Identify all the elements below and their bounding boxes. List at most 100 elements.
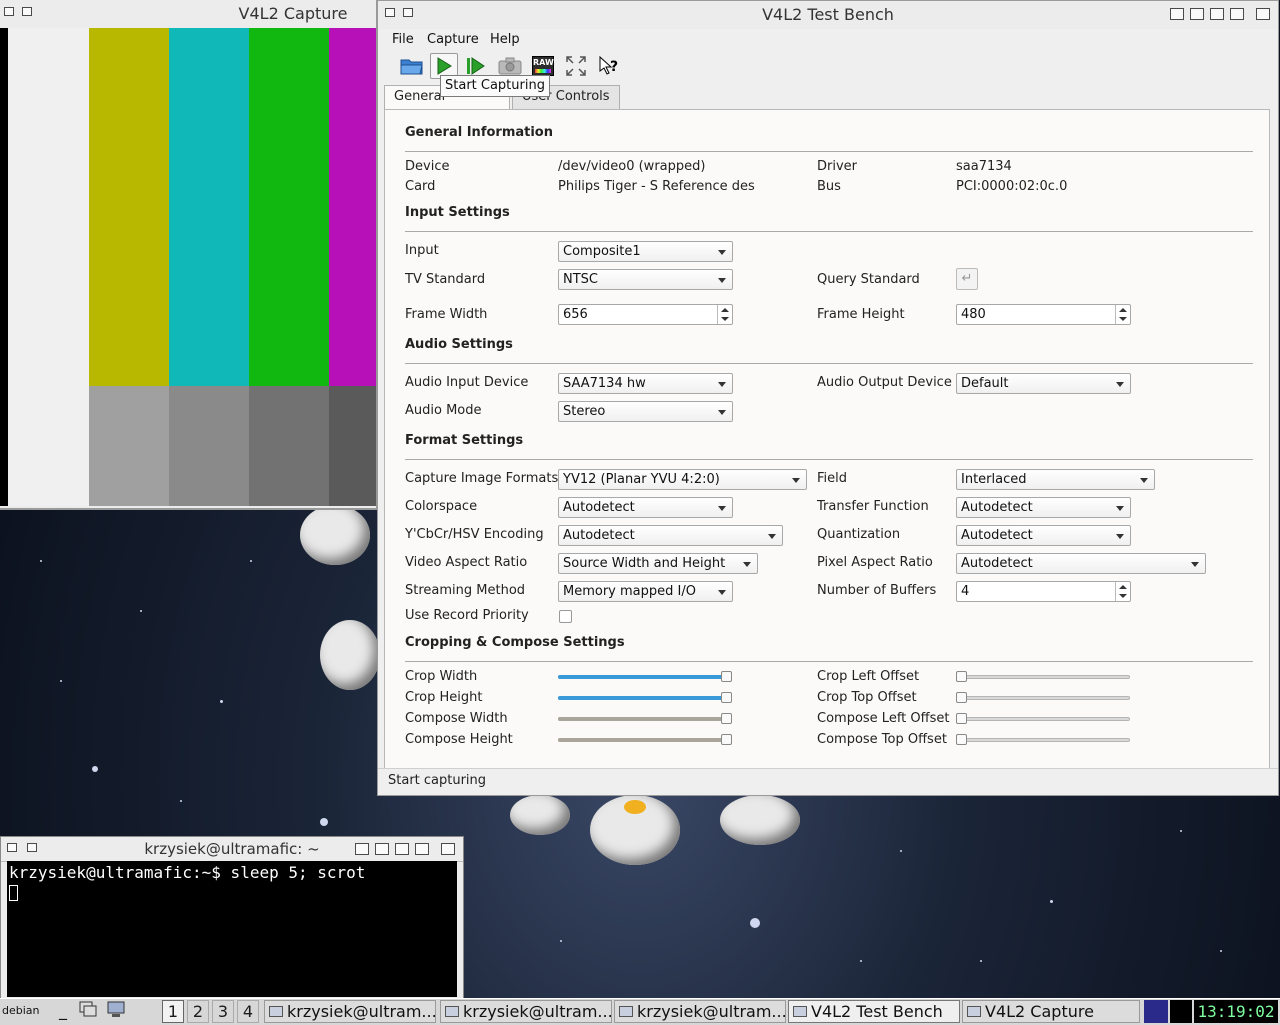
task-terminal-1[interactable]: krzysiek@ultram...	[264, 1000, 436, 1023]
menu-help[interactable]: Help	[490, 32, 520, 47]
close-icon[interactable]	[1256, 8, 1270, 20]
capture-formats-label: Capture Image Formats	[405, 471, 559, 486]
audio-mode-select[interactable]: Stereo	[558, 401, 733, 422]
tv-standard-select[interactable]: NTSC	[558, 269, 733, 290]
quantization-select[interactable]: Autodetect	[956, 525, 1131, 546]
test-bench-window: V4L2 Test Bench File Capture Help RAW ? …	[377, 0, 1279, 796]
terminal-icon	[619, 1006, 633, 1017]
frame-width-label: Frame Width	[405, 307, 488, 322]
spin-up-icon[interactable]	[721, 308, 729, 312]
task-label: V4L2 Test Bench	[811, 1002, 943, 1021]
colorspace-select[interactable]: Autodetect	[558, 497, 733, 518]
restore-icon[interactable]	[27, 843, 37, 852]
spin-down-icon[interactable]	[1119, 594, 1127, 598]
task-v4l2-test-bench[interactable]: V4L2 Test Bench	[788, 1000, 960, 1023]
spin-down-icon[interactable]	[1119, 317, 1127, 321]
debian-logo-icon: debian	[2, 1004, 40, 1017]
fullscreen-window-icon[interactable]	[1230, 8, 1244, 20]
keep-above-icon[interactable]	[375, 843, 389, 855]
general-settings-panel: General Information Device /dev/video0 (…	[384, 109, 1270, 769]
menu-file[interactable]: File	[392, 32, 414, 47]
open-device-icon[interactable]	[398, 53, 426, 79]
window-list-icon[interactable]	[78, 1000, 102, 1023]
slider-handle[interactable]	[956, 713, 967, 724]
desktop-1[interactable]: 1	[162, 1000, 184, 1023]
query-standard-button[interactable]: ↵	[956, 268, 978, 290]
chevron-down-icon	[792, 478, 800, 483]
record-priority-label: Use Record Priority	[405, 608, 529, 623]
slider-handle[interactable]	[956, 692, 967, 703]
crop-height-slider[interactable]	[558, 692, 732, 704]
chevron-down-icon	[718, 506, 726, 511]
chevron-down-icon	[718, 278, 726, 283]
fullscreen-icon[interactable]	[562, 53, 590, 79]
pixel-aspect-select[interactable]: Autodetect	[956, 553, 1206, 574]
task-label: krzysiek@ultram...	[463, 1002, 612, 1021]
slider-fill	[558, 675, 727, 679]
maximize-icon[interactable]	[1170, 8, 1184, 20]
restore-icon[interactable]	[22, 7, 32, 16]
spin-up-icon[interactable]	[1119, 308, 1127, 312]
encoding-select[interactable]: Autodetect	[558, 525, 783, 546]
compose-top-offset-slider[interactable]	[956, 734, 1130, 746]
desktop-2[interactable]: 2	[187, 1000, 209, 1023]
task-terminal-2[interactable]: krzysiek@ultram...	[440, 1000, 612, 1023]
window-menu-icon[interactable]	[4, 7, 14, 16]
slider-track	[956, 717, 1130, 721]
slider-handle[interactable]	[956, 671, 967, 682]
audio-input-select[interactable]: SAA7134 hw	[558, 373, 733, 394]
terminal-output[interactable]: krzysiek@ultramafic:~$ sleep 5; scrot	[7, 861, 457, 997]
slider-handle[interactable]	[721, 692, 732, 703]
record-priority-checkbox[interactable]	[559, 610, 572, 623]
shade-icon[interactable]	[1210, 8, 1224, 20]
bench-titlebar[interactable]: V4L2 Test Bench	[378, 1, 1278, 30]
desktop-3[interactable]: 3	[212, 1000, 234, 1023]
transfer-function-select[interactable]: Autodetect	[956, 497, 1131, 518]
crop-width-slider[interactable]	[558, 671, 732, 683]
close-icon[interactable]	[441, 843, 455, 855]
start-menu-button[interactable]: debian	[2, 1000, 50, 1023]
terminal-title: krzysiek@ultramafic: ~	[144, 840, 320, 858]
slider-handle[interactable]	[956, 734, 967, 745]
field-select[interactable]: Interlaced	[956, 469, 1155, 490]
slider-handle[interactable]	[721, 713, 732, 724]
terminal-titlebar[interactable]: krzysiek@ultramafic: ~	[1, 837, 463, 862]
compose-left-offset-slider[interactable]	[956, 713, 1130, 725]
slider-handle[interactable]	[721, 671, 732, 682]
menu-capture[interactable]: Capture	[427, 32, 479, 47]
streaming-method-select[interactable]: Memory mapped I/O	[558, 581, 733, 602]
task-v4l2-capture[interactable]: V4L2 Capture	[962, 1000, 1140, 1023]
keep-above-icon[interactable]	[1190, 8, 1204, 20]
maximize-icon[interactable]	[355, 843, 369, 855]
window-menu-icon[interactable]	[385, 8, 395, 17]
encoding-value: Autodetect	[563, 528, 635, 543]
capture-titlebar[interactable]: V4L2 Capture	[0, 0, 376, 29]
window-menu-icon[interactable]	[7, 843, 17, 852]
spin-up-icon[interactable]	[1119, 585, 1127, 589]
whats-this-icon[interactable]: ?	[595, 53, 623, 79]
slider-handle[interactable]	[721, 734, 732, 745]
input-select[interactable]: Composite1	[558, 241, 733, 262]
minimize-all-icon[interactable]: _	[52, 1000, 74, 1023]
crop-top-offset-slider[interactable]	[956, 692, 1130, 704]
crop-top-offset-label: Crop Top Offset	[817, 690, 917, 705]
number-of-buffers-spinbox[interactable]: 4	[956, 581, 1131, 602]
task-terminal-3[interactable]: krzysiek@ultram...	[614, 1000, 786, 1023]
compose-height-slider[interactable]	[558, 734, 732, 746]
desktop-4[interactable]: 4	[237, 1000, 259, 1023]
frame-height-spinbox[interactable]: 480	[956, 304, 1131, 325]
spin-down-icon[interactable]	[721, 317, 729, 321]
video-aspect-select[interactable]: Source Width and Height	[558, 553, 758, 574]
capture-formats-select[interactable]: YV12 (Planar YVU 4:2:0)	[558, 469, 807, 490]
tux-decoration	[510, 795, 570, 835]
fullscreen-window-icon[interactable]	[415, 843, 429, 855]
audio-settings-title: Audio Settings	[405, 337, 513, 352]
crop-left-offset-slider[interactable]	[956, 671, 1130, 683]
show-desktop-icon[interactable]	[106, 1000, 132, 1023]
frame-width-spinbox[interactable]: 656	[558, 304, 733, 325]
shade-icon[interactable]	[395, 843, 409, 855]
audio-output-select[interactable]: Default	[956, 373, 1131, 394]
restore-icon[interactable]	[403, 8, 413, 17]
chevron-down-icon	[1116, 506, 1124, 511]
compose-width-slider[interactable]	[558, 713, 732, 725]
